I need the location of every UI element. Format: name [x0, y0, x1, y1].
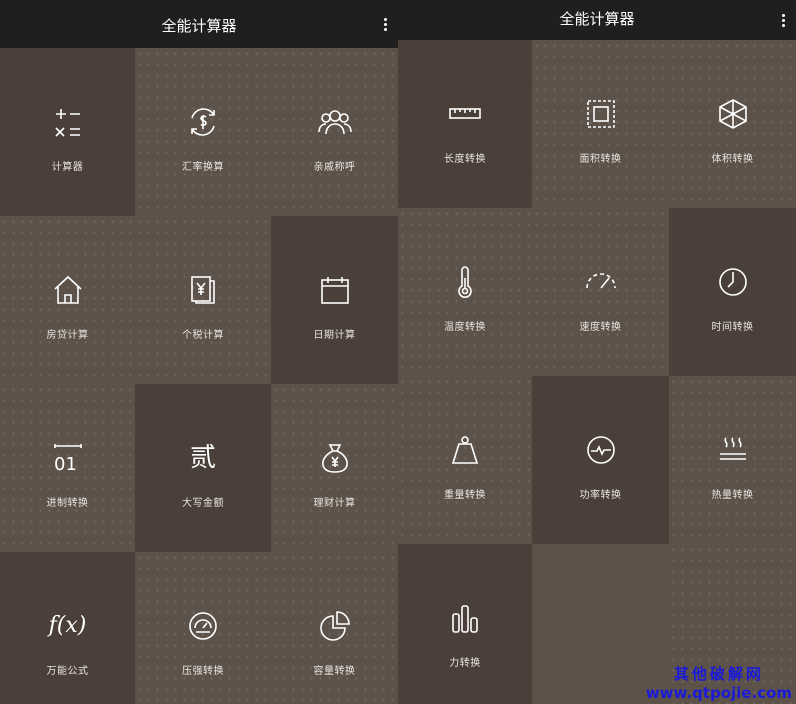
- tile-volume[interactable]: 体积转换: [669, 40, 796, 208]
- bar-force-icon: [445, 598, 485, 638]
- more-options-button[interactable]: [378, 0, 392, 48]
- tile-speed[interactable]: 速度转换: [532, 208, 669, 376]
- more-vert-icon: [781, 13, 785, 28]
- pie-chart-icon: [315, 606, 355, 646]
- calculator-icon: [48, 102, 88, 142]
- weight-icon: [445, 430, 485, 470]
- tile-length[interactable]: 长度转换: [398, 40, 532, 208]
- relatives-icon: [315, 102, 355, 142]
- tile-label: 功率转换: [579, 489, 622, 501]
- speedometer-icon: [581, 262, 621, 302]
- app-bar: 全能计算器: [398, 0, 796, 40]
- tile-currency-exchange[interactable]: 汇率换算: [135, 48, 271, 216]
- chinese-numeral-icon: 贰: [183, 438, 223, 478]
- pressure-gauge-icon: [183, 606, 223, 646]
- tile-label: 容量转换: [313, 665, 356, 677]
- tile-label: 时间转换: [711, 321, 754, 333]
- tile-label: 个税计算: [182, 329, 224, 341]
- app-bar: 全能计算器: [0, 0, 398, 48]
- tile-label: 房贷计算: [46, 329, 89, 341]
- money-bag-icon: [315, 438, 355, 478]
- tax-document-icon: [183, 270, 223, 310]
- binary-icon: 01: [48, 438, 88, 478]
- formula-icon: f(x): [48, 606, 88, 646]
- clock-icon: [713, 262, 753, 302]
- tile-chinese-amount[interactable]: 贰 大写金额: [135, 384, 271, 552]
- tile-date-calc[interactable]: 日期计算: [271, 216, 398, 384]
- tile-label: 速度转换: [579, 321, 622, 333]
- tile-label: 大写金额: [182, 497, 224, 509]
- house-icon: [48, 270, 88, 310]
- tile-base-conversion[interactable]: 01 进制转换: [0, 384, 135, 552]
- thermometer-icon: [445, 262, 485, 302]
- right-screen: 全能计算器 长度转换 面积转换 体积转换 温度转换 速度转换 时间转换 重量转换…: [398, 0, 796, 704]
- calendar-icon: [315, 270, 355, 310]
- tool-grid: 长度转换 面积转换 体积转换 温度转换 速度转换 时间转换 重量转换 功率转换 …: [398, 40, 796, 704]
- currency-exchange-icon: [183, 102, 223, 142]
- left-screen: 全能计算器 计算器 汇率换算 亲戚称呼 房贷计算 个税计算 日期计算 01 进制…: [0, 0, 398, 704]
- chinese-numeral-glyph: 贰: [189, 442, 216, 473]
- tile-relatives[interactable]: 亲戚称呼: [271, 48, 398, 216]
- heat-icon: [713, 430, 753, 470]
- app-title: 全能计算器: [559, 10, 635, 28]
- tile-formula[interactable]: f(x) 万能公式: [0, 552, 135, 704]
- tile-label: 进制转换: [46, 497, 89, 509]
- power-pulse-icon: [581, 430, 621, 470]
- watermark: 其他破解网 www.qtpojie.com: [646, 663, 792, 702]
- tile-label: 万能公式: [46, 665, 89, 677]
- cube-icon: [713, 94, 753, 134]
- watermark-url: www.qtpojie.com: [645, 684, 792, 702]
- tile-temperature[interactable]: 温度转换: [398, 208, 532, 376]
- tile-label: 亲戚称呼: [313, 161, 356, 173]
- ruler-icon: [445, 94, 485, 134]
- tile-label: 汇率换算: [182, 161, 224, 173]
- area-square-icon: [581, 94, 621, 134]
- app-title: 全能计算器: [161, 17, 237, 35]
- tile-pressure[interactable]: 压强转换: [135, 552, 271, 704]
- tile-heat[interactable]: 热量转换: [669, 376, 796, 544]
- tile-label: 日期计算: [313, 329, 356, 341]
- more-vert-icon: [383, 17, 387, 32]
- tile-label: 长度转换: [444, 153, 486, 165]
- tile-calculator[interactable]: 计算器: [0, 48, 135, 216]
- tile-label: 压强转换: [182, 665, 224, 677]
- tile-weight[interactable]: 重量转换: [398, 376, 532, 544]
- tool-grid: 计算器 汇率换算 亲戚称呼 房贷计算 个税计算 日期计算 01 进制转换 贰 大…: [0, 48, 398, 704]
- svg-text:01: 01: [54, 454, 77, 475]
- tile-label: 理财计算: [313, 497, 356, 509]
- tile-capacity[interactable]: 容量转换: [271, 552, 398, 704]
- tile-area[interactable]: 面积转换: [532, 40, 669, 208]
- tile-label: 温度转换: [444, 321, 486, 333]
- tile-power[interactable]: 功率转换: [532, 376, 669, 544]
- tile-label: 面积转换: [579, 153, 622, 165]
- tile-mortgage[interactable]: 房贷计算: [0, 216, 135, 384]
- more-options-button[interactable]: [776, 0, 790, 40]
- tile-label: 力转换: [449, 657, 481, 669]
- tile-label: 重量转换: [444, 489, 486, 501]
- tile-label: 热量转换: [711, 489, 754, 501]
- tile-time[interactable]: 时间转换: [669, 208, 796, 376]
- tile-finance[interactable]: 理财计算: [271, 384, 398, 552]
- tile-income-tax[interactable]: 个税计算: [135, 216, 271, 384]
- tile-force[interactable]: 力转换: [398, 544, 532, 704]
- formula-glyph: f(x): [48, 612, 87, 638]
- tile-label: 体积转换: [711, 153, 754, 165]
- tile-label: 计算器: [51, 161, 84, 173]
- watermark-title: 其他破解网: [673, 665, 764, 683]
